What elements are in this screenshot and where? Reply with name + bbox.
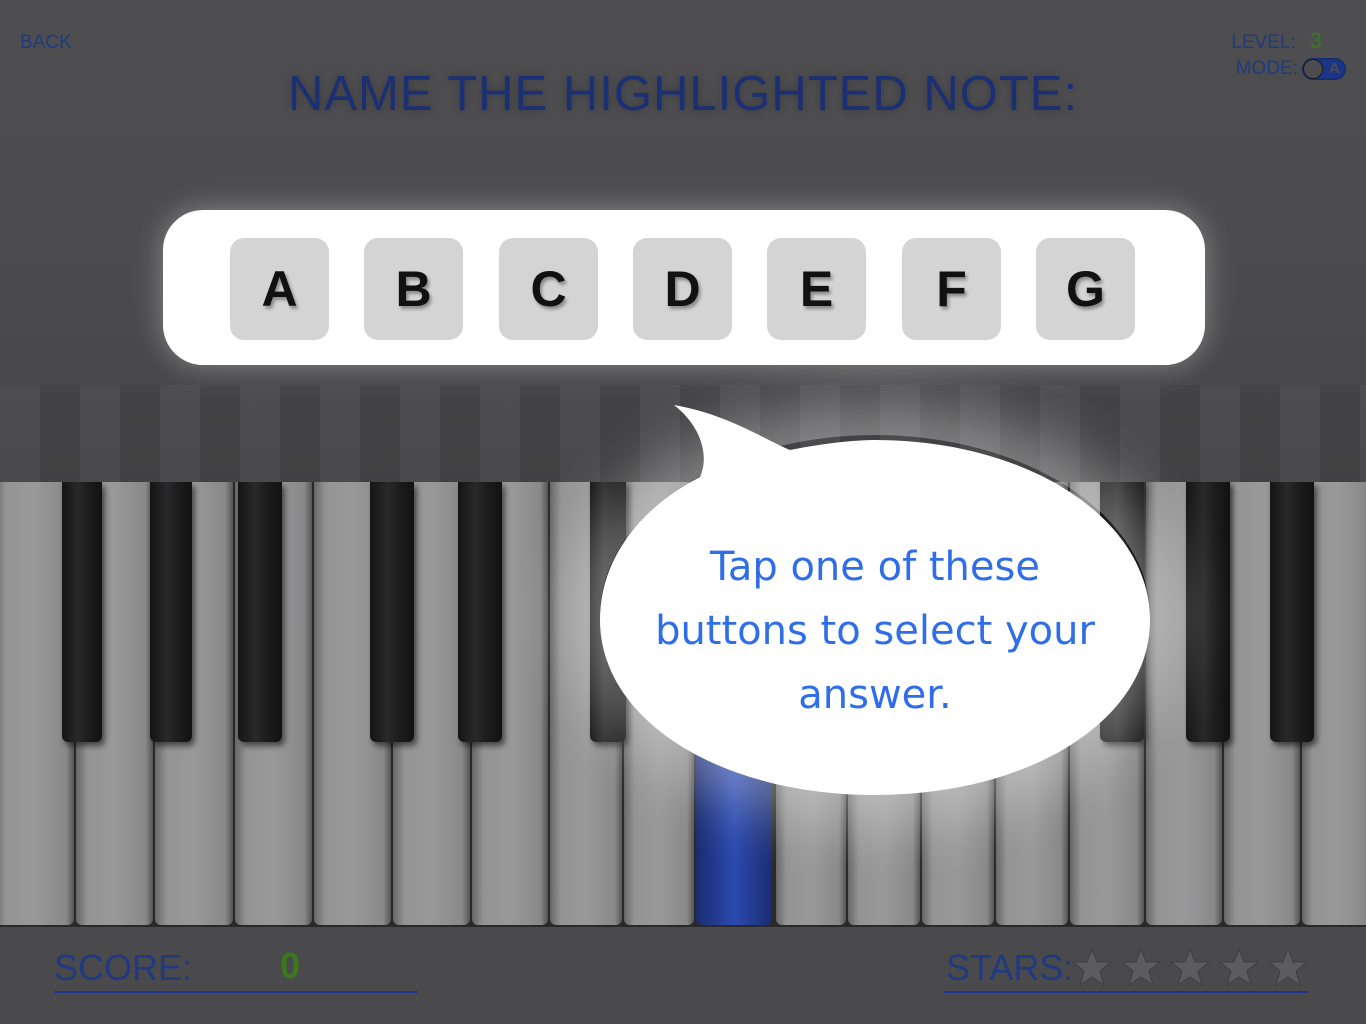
mode-toggle[interactable]: A bbox=[1302, 58, 1346, 80]
star-icon bbox=[1072, 947, 1112, 987]
score-label: SCORE: bbox=[54, 947, 193, 988]
back-button[interactable]: BACK bbox=[20, 32, 72, 54]
star-icon bbox=[1219, 947, 1259, 987]
answer-button-e[interactable]: E bbox=[767, 238, 866, 340]
answer-button-b[interactable]: B bbox=[364, 238, 463, 340]
answer-button-a[interactable]: A bbox=[230, 238, 329, 340]
hint-text-line: answer. bbox=[798, 672, 952, 718]
hint-speech-bubble: Tap one of these buttons to select your … bbox=[590, 395, 1160, 805]
hint-text-line: Tap one of these bbox=[710, 544, 1040, 590]
answer-panel: A B C D E F G bbox=[163, 210, 1205, 365]
answer-button-d[interactable]: D bbox=[633, 238, 732, 340]
level-label: LEVEL: bbox=[1231, 32, 1296, 53]
page-title: NAME THE HIGHLIGHTED NOTE: bbox=[287, 67, 1079, 121]
hint-text-line: buttons to select your bbox=[655, 608, 1095, 654]
status-bar: SCORE: 0 STARS: bbox=[0, 927, 1366, 1024]
stars-label: STARS: bbox=[946, 947, 1074, 988]
mode-toggle-value: A bbox=[1329, 60, 1340, 77]
mode-indicator: MODE: A bbox=[1236, 58, 1346, 80]
score-divider bbox=[54, 991, 418, 993]
mode-label: MODE: bbox=[1235, 58, 1298, 79]
star-icon bbox=[1121, 947, 1161, 987]
level-indicator: LEVEL: 3 bbox=[1231, 28, 1322, 54]
score-value: 0 bbox=[280, 945, 301, 986]
stars-divider bbox=[944, 991, 1308, 993]
star-icon bbox=[1268, 947, 1308, 987]
answer-button-f[interactable]: F bbox=[902, 238, 1001, 340]
answer-button-g[interactable]: G bbox=[1036, 238, 1135, 340]
answer-button-c[interactable]: C bbox=[499, 238, 598, 340]
star-icon bbox=[1170, 947, 1210, 987]
level-value: 3 bbox=[1309, 28, 1322, 53]
hint-text: Tap one of these buttons to select your … bbox=[620, 535, 1130, 727]
mode-toggle-knob bbox=[1303, 59, 1323, 79]
